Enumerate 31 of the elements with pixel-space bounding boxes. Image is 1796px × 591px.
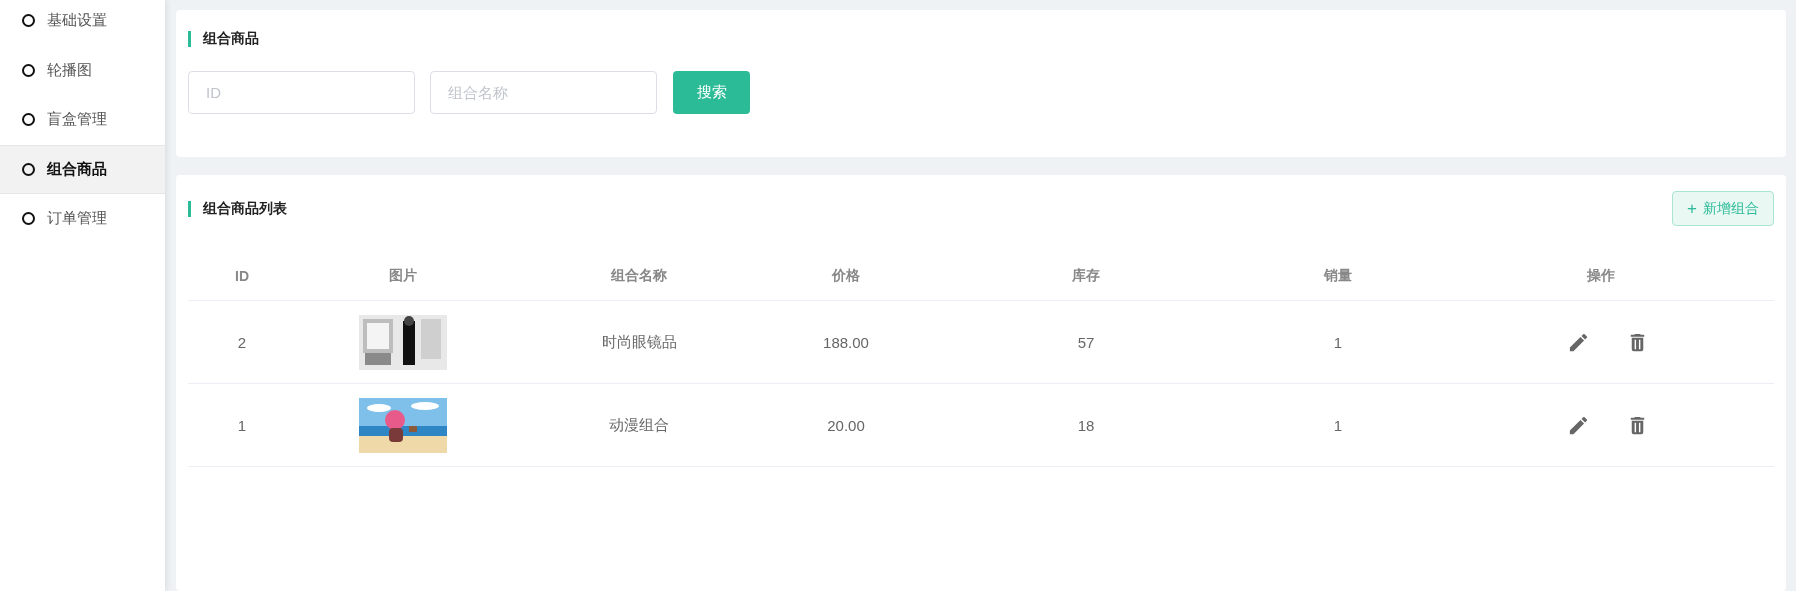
- table-cell: 动漫组合: [609, 415, 669, 435]
- section-title: 组合商品: [203, 30, 259, 48]
- circle-icon: [22, 162, 35, 176]
- sidebar-item[interactable]: 盲盒管理: [0, 95, 165, 145]
- circle-icon: [22, 63, 35, 77]
- search-field[interactable]: 组合名称: [430, 71, 657, 114]
- circle-icon: [22, 113, 35, 127]
- table-cell: 1: [1333, 416, 1343, 434]
- column-header: 操作: [1587, 267, 1615, 285]
- sidebar-item[interactable]: 组合商品: [0, 144, 165, 194]
- sidebar-item[interactable]: 订单管理: [0, 194, 165, 244]
- table-cell: 1: [1333, 333, 1343, 351]
- table-cell: 57: [1077, 333, 1095, 351]
- section-title: 组合商品列表: [203, 199, 287, 218]
- table-cell: 1: [237, 416, 247, 434]
- table-cell: 时尚眼镜品: [601, 332, 677, 352]
- table-cell: 18: [1077, 416, 1095, 434]
- column-header: ID: [235, 268, 249, 284]
- circle-icon: [22, 212, 35, 226]
- column-header: 价格: [832, 267, 860, 285]
- column-header: 库存: [1072, 267, 1100, 285]
- circle-icon: [22, 14, 35, 28]
- table-cell: 188.00: [823, 333, 869, 351]
- sidebar-item[interactable]: 基础设置: [0, 0, 165, 46]
- table-cell: 20.00: [827, 416, 865, 434]
- sidebar-item[interactable]: 轮播图: [0, 45, 165, 95]
- column-header: 图片: [389, 267, 417, 285]
- column-header: 销量: [1324, 267, 1352, 285]
- table-cell: 2: [237, 333, 247, 351]
- column-header: 组合名称: [611, 267, 667, 285]
- search-field[interactable]: ID: [188, 71, 415, 114]
